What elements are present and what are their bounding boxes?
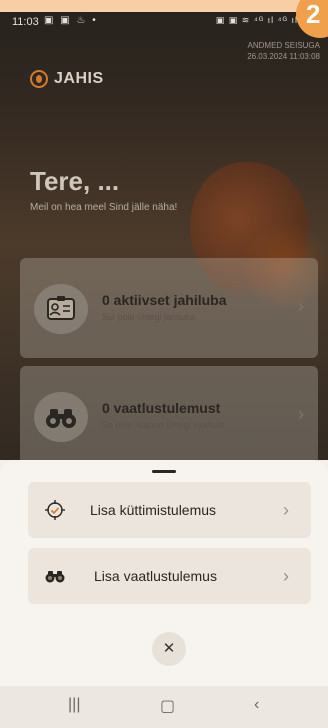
chevron-right-icon: › <box>283 499 289 520</box>
binoculars-icon <box>34 392 88 442</box>
crosshair-icon <box>44 499 66 521</box>
chevron-right-icon: › <box>298 296 304 316</box>
logo-icon <box>30 70 48 88</box>
top-strip <box>0 0 328 12</box>
brand-logo: JAHIS <box>30 70 104 88</box>
recent-apps-button[interactable]: ||| <box>68 696 80 714</box>
option-label: Lisa vaatlustulemus <box>94 568 217 584</box>
add-observation-result-button[interactable]: Lisa vaatlustulemus › <box>28 548 311 604</box>
sheet-drag-handle[interactable] <box>152 470 176 473</box>
sync-timestamp: 26.03.2024 11:03:08 <box>247 52 320 61</box>
observations-card[interactable]: 0 vaatlustulemust Sa pole lisanud ühtegi… <box>20 366 318 466</box>
status-bar: 11:03 ▣ ▣ ♨ • ▣ ▣ ≋ ⁴ᴳ ıl ⁴ᴳ ıl <box>0 12 328 34</box>
option-label: Lisa küttimistulemus <box>90 502 217 518</box>
binoculars-icon <box>44 565 66 587</box>
close-button[interactable]: ✕ <box>152 632 186 666</box>
greeting-title: Tere, ... <box>30 166 120 196</box>
chevron-right-icon: › <box>298 404 304 424</box>
sync-label: ANDMED SEISUGA <box>247 41 320 50</box>
status-time: 11:03 <box>12 16 39 28</box>
notification-icons: ▣ ▣ ♨ • <box>44 15 98 26</box>
chevron-right-icon: › <box>283 565 289 586</box>
id-card-icon <box>34 284 88 334</box>
home-button[interactable]: ▢ <box>160 696 175 716</box>
card-title: 0 aktiivset jahiluba <box>102 292 227 308</box>
signal-icons: ▣ ▣ ≋ ⁴ᴳ ıl ⁴ᴳ ıl <box>215 15 298 25</box>
back-button[interactable]: ‹ <box>254 696 259 714</box>
brand-name: JAHIS <box>54 70 104 87</box>
sync-status: ANDMED SEISUGA 26.03.2024 11:03:08 <box>247 40 320 62</box>
permits-card[interactable]: 0 aktiivset jahiluba Sul pole ühtegi jah… <box>20 258 318 358</box>
card-subtitle: Sa pole lisanud ühtegi vaatlust <box>102 420 225 430</box>
card-subtitle: Sul pole ühtegi jahiluba <box>102 312 196 322</box>
bottom-sheet: Lisa küttimistulemus › Lisa vaatlustulem… <box>0 460 328 686</box>
system-nav-bar: ||| ▢ ‹ <box>0 686 328 728</box>
greeting-subtitle: Meil on hea meel Sind jälle näha! <box>30 202 178 213</box>
card-title: 0 vaatlustulemust <box>102 400 221 416</box>
add-harvest-result-button[interactable]: Lisa küttimistulemus › <box>28 482 311 538</box>
